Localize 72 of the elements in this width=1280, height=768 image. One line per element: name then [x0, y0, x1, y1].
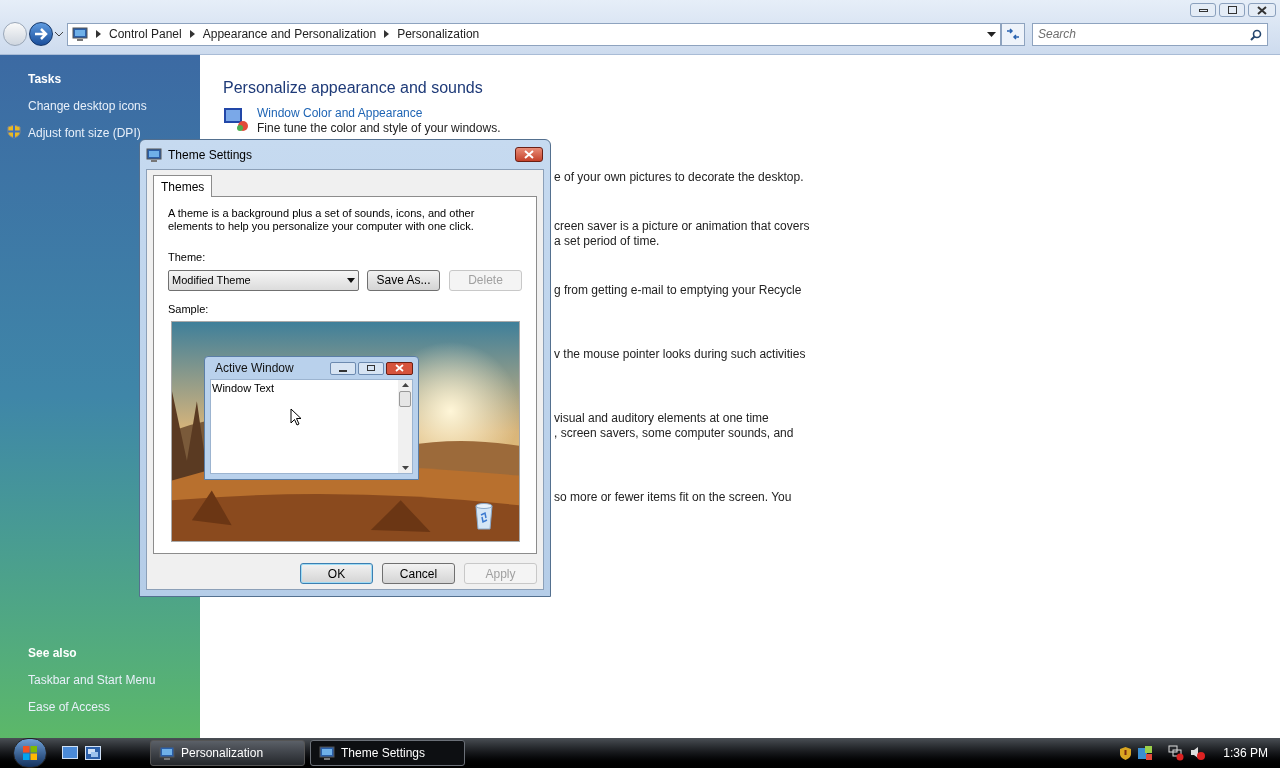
item-description: g from getting e-mail to emptying your Recycle [554, 283, 803, 298]
refresh-button[interactable] [1001, 22, 1025, 46]
dialog-button[interactable]: Cancel [382, 563, 455, 584]
item-description: Fine tune the color and style of your windows. [257, 121, 501, 135]
dropdown-icon [347, 277, 355, 283]
start-button[interactable] [13, 738, 47, 768]
close-icon [395, 364, 404, 372]
close-icon [1257, 5, 1267, 15]
switch-windows-icon[interactable] [85, 746, 101, 760]
theme-dropdown[interactable]: Modified Theme [168, 269, 359, 291]
control-panel-icon [72, 26, 88, 42]
windows-logo-icon [22, 745, 38, 761]
search-field[interactable]: Search [1032, 22, 1268, 46]
breadcrumb[interactable]: Control Panel [109, 25, 182, 43]
scrollbar[interactable] [398, 380, 412, 473]
item-description: v the mouse pointer looks during such activities [554, 347, 807, 362]
item-description: e of your own pictures to decorate the desktop. [554, 170, 805, 185]
show-desktop-icon[interactable] [62, 746, 78, 760]
dropdown-icon[interactable] [987, 31, 996, 37]
task-link[interactable]: Adjust font size (DPI) [28, 124, 141, 142]
chevron-icon[interactable] [189, 30, 195, 38]
close-button[interactable] [1248, 3, 1276, 17]
item-description: so more or fewer items fit on the screen. You [554, 490, 793, 505]
item-description: creen saver is a picture or animation that covers [554, 219, 811, 234]
task-link[interactable]: Change desktop icons [28, 97, 147, 115]
minimize-button[interactable] [1190, 3, 1216, 17]
preview-title: Active Window [215, 360, 294, 377]
shield-icon [7, 124, 21, 139]
intro-text: A theme is a background plus a set of sounds, icons, and other elements to help you personalize your computer with one click. [168, 207, 476, 233]
dialog-button[interactable]: Save As... [367, 269, 440, 291]
monitor-icon [223, 106, 249, 132]
muted-speaker-icon[interactable] [1190, 745, 1207, 761]
item-description: visual and auditory elements at one time [554, 411, 770, 426]
tab[interactable]: Themes [153, 175, 213, 197]
item-link[interactable]: Window Color and Appearance [257, 106, 501, 120]
window-icon [319, 745, 335, 761]
theme-icon [146, 146, 162, 163]
chevron-icon[interactable] [384, 30, 390, 38]
breadcrumb[interactable]: Appearance and Personalization [202, 25, 377, 43]
up-arrow-icon[interactable] [401, 383, 409, 387]
sample-label: Sample: [168, 301, 210, 317]
mouse-pointer-icon [290, 408, 302, 426]
forward-button[interactable] [29, 22, 53, 46]
refresh-icon [1006, 28, 1020, 40]
search-icon [1250, 28, 1262, 41]
recycle-bin-icon [474, 502, 494, 530]
restore-button[interactable] [1219, 3, 1245, 17]
close-button[interactable] [515, 147, 543, 162]
dialog-title: Theme Settings [168, 146, 253, 164]
clock[interactable]: 1:36 PM [1223, 744, 1268, 762]
shield-icon[interactable] [1119, 745, 1133, 761]
page-heading: Personalize appearance and sounds [223, 78, 484, 98]
taskbar-button[interactable]: Theme Settings [310, 740, 465, 766]
address-bar[interactable]: Control Panel Appearance and Personalization Personalization [67, 22, 1001, 46]
item-description: , screen savers, some computer sounds, and [554, 426, 795, 441]
close-icon [524, 150, 534, 159]
network-icon[interactable] [1137, 745, 1154, 761]
chevron-icon[interactable] [96, 30, 101, 38]
window-icon [159, 745, 175, 761]
see-also-heading: See also [28, 645, 78, 662]
arrow-icon [34, 28, 48, 40]
disconnected-network-icon[interactable] [1168, 745, 1186, 761]
item-description: a set period of time. [554, 234, 661, 249]
scrollbar-thumb[interactable] [399, 391, 411, 407]
tasks-heading: Tasks [28, 71, 63, 88]
down-arrow-icon[interactable] [401, 466, 409, 470]
breadcrumb[interactable]: Personalization [397, 25, 480, 43]
taskbar-button[interactable]: Personalization [150, 740, 305, 766]
theme-label: Theme: [168, 250, 207, 265]
window-text: Window Text [212, 381, 275, 396]
dialog-button[interactable]: OK [300, 563, 373, 584]
caret-icon[interactable] [55, 31, 63, 37]
